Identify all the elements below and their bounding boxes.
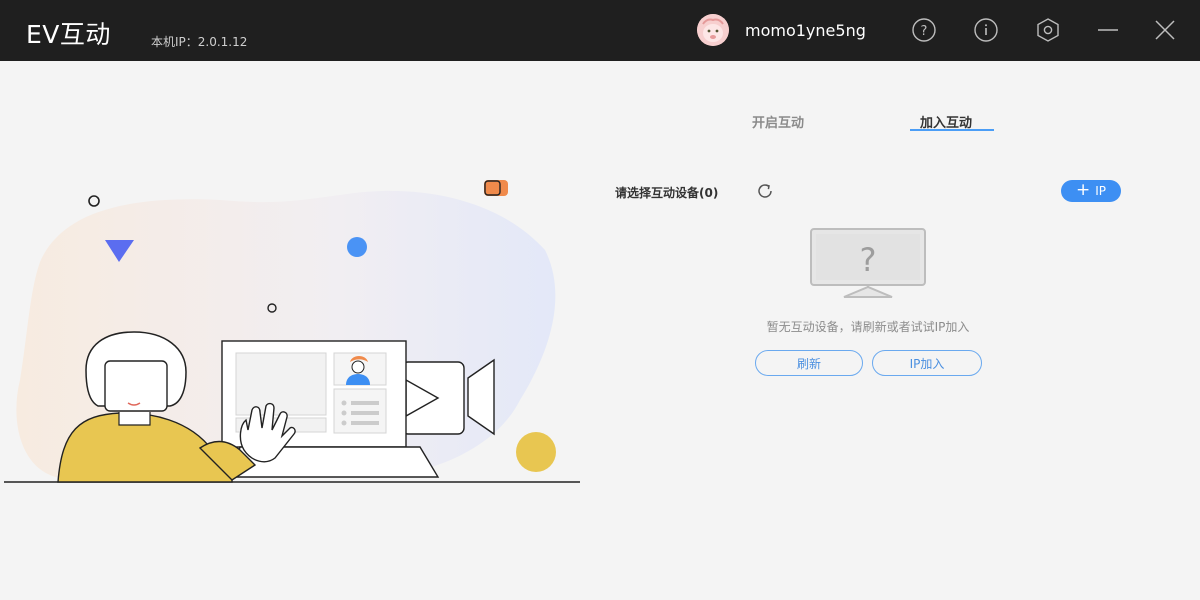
username[interactable]: momo1yne5ng: [745, 21, 866, 40]
avatar[interactable]: [697, 14, 729, 46]
no-device-monitor-icon: ?: [808, 227, 928, 301]
settings-icon[interactable]: [1035, 17, 1061, 43]
refresh-button[interactable]: 刷新: [755, 350, 863, 376]
minimize-icon[interactable]: [1095, 17, 1121, 43]
add-ip-label: IP: [1095, 184, 1107, 198]
empty-state-message: 暂无互动设备，请刷新或者试试IP加入: [766, 320, 970, 334]
refresh-icon[interactable]: [756, 182, 774, 200]
close-icon[interactable]: [1152, 17, 1178, 43]
local-ip-label: 本机IP：2.0.1.12: [151, 35, 248, 49]
hero-illustration: [0, 170, 590, 490]
svg-text:?: ?: [860, 241, 877, 279]
title-bar: EV互动 本机IP：2.0.1.12 momo1yne5ng ?: [0, 0, 1200, 61]
plus-icon: +: [1075, 179, 1091, 200]
app-title: EV互动: [26, 20, 111, 49]
info-icon[interactable]: [973, 17, 999, 43]
tab-start-interaction[interactable]: 开启互动: [752, 112, 804, 131]
device-list-label: 请选择互动设备(0): [615, 186, 719, 200]
add-ip-button[interactable]: + IP: [1061, 180, 1121, 202]
active-tab-indicator: [910, 129, 994, 131]
ip-join-button[interactable]: IP加入: [872, 350, 982, 376]
svg-text:?: ?: [921, 24, 928, 39]
help-icon[interactable]: ?: [911, 17, 937, 43]
